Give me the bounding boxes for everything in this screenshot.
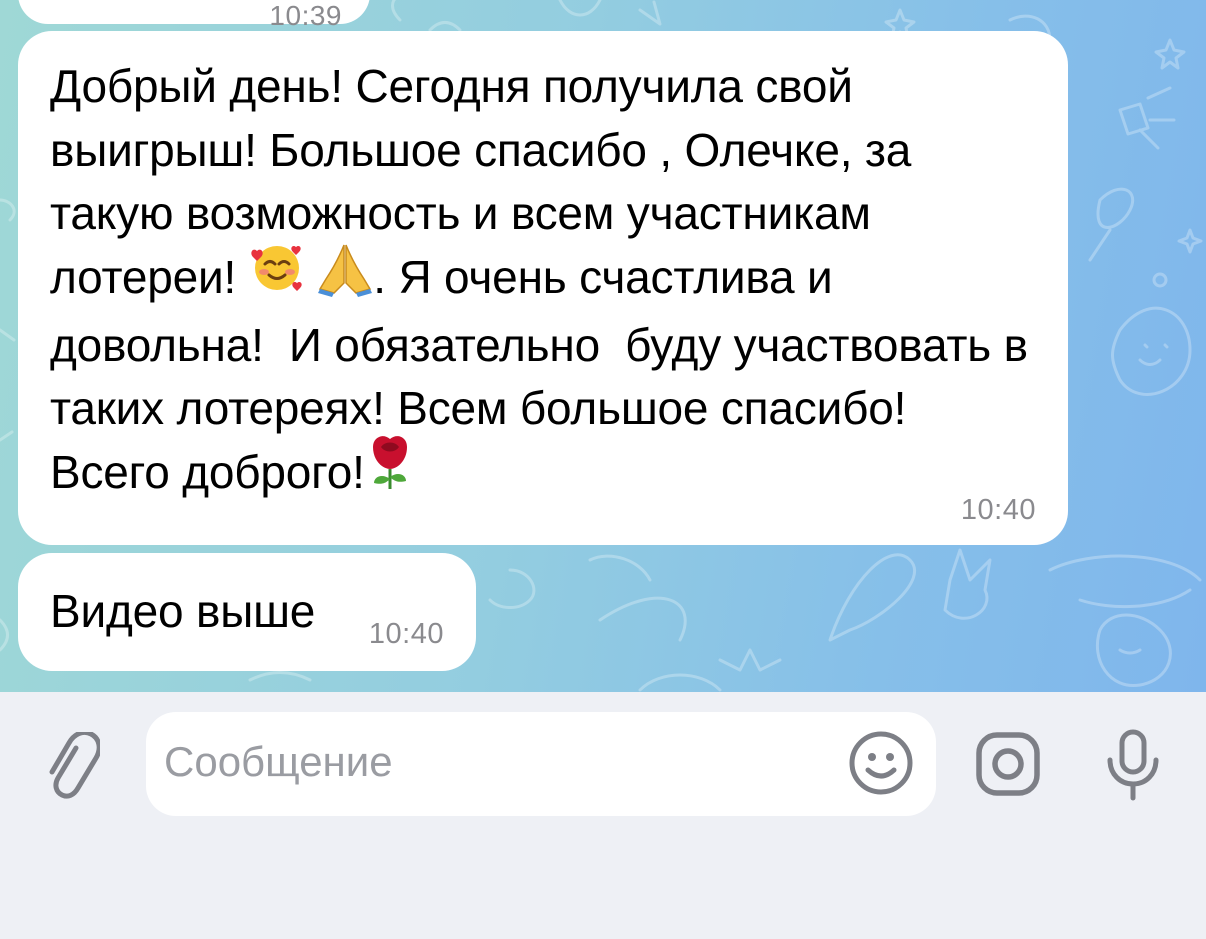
message-composer (0, 692, 1206, 939)
message-time: 10:40 (368, 618, 444, 650)
message-bubble-previous[interactable]: 10:39 (18, 0, 370, 31)
message-text: Добрый день! Сегодня получила свой выигр… (50, 55, 1038, 508)
rose-icon (365, 433, 415, 508)
camera-icon[interactable] (974, 730, 1042, 798)
paperclip-icon[interactable] (44, 732, 100, 804)
microphone-icon[interactable] (1104, 728, 1162, 802)
message-bubble[interactable]: Добрый день! Сегодня получила свой выигр… (18, 31, 1068, 545)
folded-hands-icon (317, 237, 373, 314)
emoji-icon[interactable] (848, 730, 914, 796)
message-time: 10:40 (960, 494, 1036, 526)
chat-area: 10:39 Добрый день! Сегодня получила свой… (0, 0, 1206, 692)
message-time: 10:39 (269, 0, 342, 31)
message-input[interactable] (164, 734, 824, 790)
message-bubble[interactable]: Видео выше 10:40 (18, 553, 476, 671)
message-field[interactable] (146, 712, 936, 816)
smiling-face-with-hearts-icon (249, 239, 305, 312)
